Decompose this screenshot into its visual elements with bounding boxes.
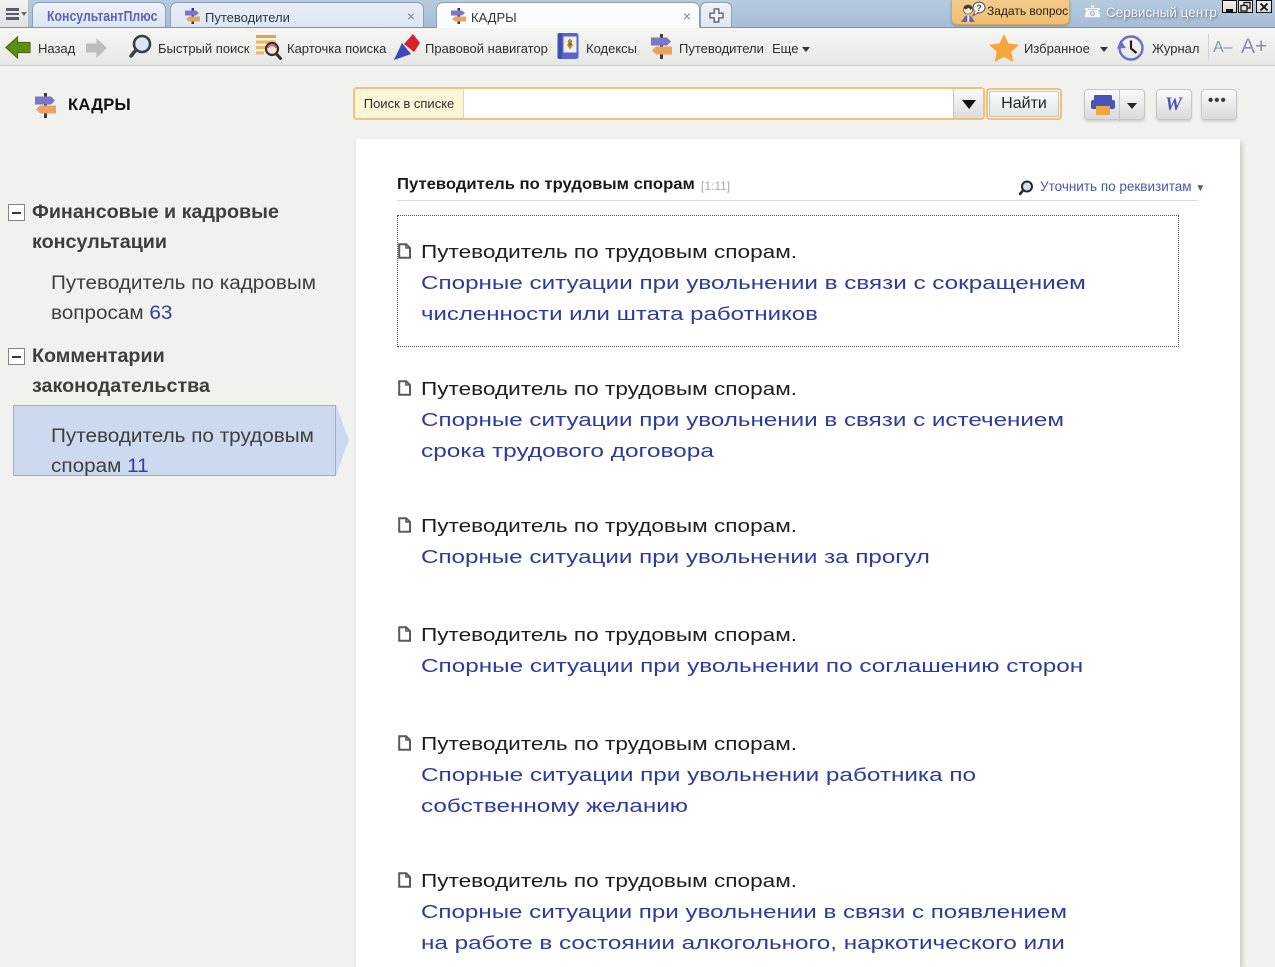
svg-text:?: ? xyxy=(976,3,982,13)
